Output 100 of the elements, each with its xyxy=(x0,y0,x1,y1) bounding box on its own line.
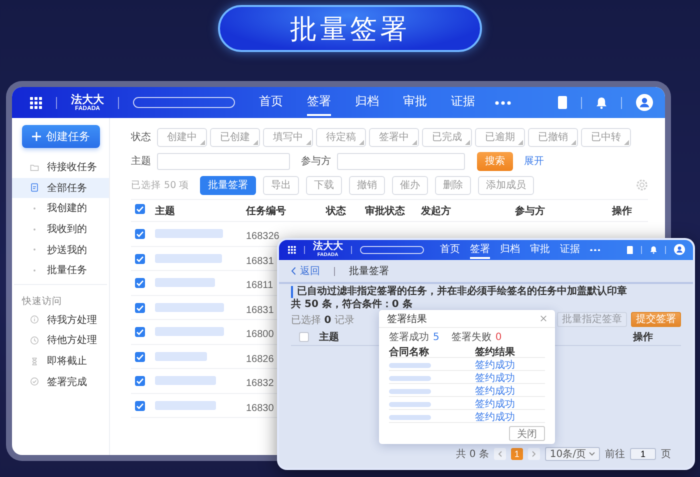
toolbar-button[interactable]: 导出 xyxy=(263,176,300,194)
result-text: 签约成功 xyxy=(475,386,515,397)
status-filter-chip[interactable]: 已撤销 xyxy=(528,128,578,146)
action-button: 批量指定签章 xyxy=(557,312,627,327)
status-filter-chip[interactable]: 已逾期 xyxy=(475,128,525,146)
bell-icon[interactable] xyxy=(596,96,607,108)
action-button[interactable]: 提交签署 xyxy=(631,312,681,327)
hourglass-icon xyxy=(30,356,39,366)
selection-count: 已选择 50 项 xyxy=(131,178,190,192)
checkbox[interactable] xyxy=(135,229,145,240)
stat-count: 5 xyxy=(433,332,440,343)
search-field[interactable] xyxy=(360,246,424,254)
expand-link[interactable]: 展开 xyxy=(524,154,544,168)
page-input-field[interactable]: 1 xyxy=(630,448,656,460)
checkbox[interactable] xyxy=(135,352,145,362)
search-field[interactable] xyxy=(133,97,235,108)
bell-icon[interactable] xyxy=(650,246,657,254)
sidebar-item[interactable]: 我创建的 xyxy=(12,198,109,219)
nav-tab[interactable]: 审批 xyxy=(530,241,550,259)
close-button[interactable]: 关闭 xyxy=(509,426,545,441)
participant-input-field[interactable] xyxy=(337,152,465,170)
status-filter-chip[interactable]: 填写中 xyxy=(263,128,313,146)
nav-tab[interactable]: 签署 xyxy=(470,241,490,259)
text-placeholder xyxy=(155,254,222,263)
checkbox[interactable] xyxy=(135,254,145,264)
app-grid-icon[interactable] xyxy=(288,246,296,254)
toolbar-button[interactable]: 下载 xyxy=(306,176,342,194)
close-icon[interactable] xyxy=(540,315,547,322)
page-suffix: 页 xyxy=(661,448,671,461)
page-size-select[interactable]: 10条/页 xyxy=(544,447,600,461)
stat-count: 0 xyxy=(495,332,502,343)
nav-tab[interactable]: 审批 xyxy=(403,89,427,116)
task-number: 16832 xyxy=(246,378,274,390)
nav-tab[interactable]: 归档 xyxy=(355,89,379,116)
nav-tab[interactable]: 证据 xyxy=(560,241,580,259)
text-placeholder xyxy=(155,229,223,238)
nav-tab[interactable]: 证据 xyxy=(451,89,475,116)
selection-count: 已选择 0 记录 xyxy=(291,314,354,326)
sidebar-item[interactable]: 抄送我的 xyxy=(12,239,109,260)
column-header: 状态 xyxy=(326,204,347,218)
app-grid-icon[interactable] xyxy=(30,96,42,108)
toolbar-button[interactable]: 批量签署 xyxy=(200,176,256,194)
sidebar-item[interactable]: 批量任务 xyxy=(12,260,109,281)
checkbox[interactable] xyxy=(135,278,145,288)
checkbox[interactable] xyxy=(135,400,145,411)
status-filter-chip[interactable]: 已中转 xyxy=(581,128,631,146)
document-icon xyxy=(30,183,39,192)
result-text: 签约成功 xyxy=(475,360,515,371)
status-filter-chip[interactable]: 待定稿 xyxy=(316,128,366,146)
sidebar-item[interactable]: 全部任务 xyxy=(12,178,109,198)
more-icon[interactable] xyxy=(495,100,511,104)
column-header: 参与方 xyxy=(515,204,546,218)
stat-label: 签署成功 xyxy=(389,332,429,343)
result-text: 签约成功 xyxy=(475,373,515,384)
sidebar-item[interactable]: 待接收任务 xyxy=(12,157,109,178)
page-number[interactable]: 1 xyxy=(510,448,523,460)
nav-tab[interactable]: 归档 xyxy=(500,241,520,259)
checkbox[interactable] xyxy=(135,376,145,386)
nav-tab[interactable]: 首页 xyxy=(440,241,460,259)
phone-icon[interactable] xyxy=(626,246,633,254)
task-number: 16800 xyxy=(246,329,274,340)
status-filter-chip[interactable]: 创建中 xyxy=(157,128,207,146)
nav-tab[interactable]: 签署 xyxy=(307,89,331,116)
toolbar-button[interactable]: 撤销 xyxy=(349,176,386,194)
column-header: 任务编号 xyxy=(246,204,287,218)
checkbox[interactable] xyxy=(135,302,145,313)
notice-text: 已自动过滤非指定签署的任务，并在非必须手绘签名的任务中加盖默认印章 xyxy=(291,286,681,298)
sidebar-item[interactable]: 我收到的 xyxy=(12,218,109,240)
create-task-button[interactable]: 创建任务 xyxy=(22,125,100,148)
avatar-icon[interactable] xyxy=(636,94,653,111)
back-link[interactable]: 返回 xyxy=(291,264,320,278)
checkbox[interactable] xyxy=(299,332,309,342)
subject-input-field[interactable] xyxy=(157,152,290,170)
avatar-icon[interactable] xyxy=(674,244,685,256)
column-header: 发起方 xyxy=(421,204,452,218)
column-header: 操作 xyxy=(633,330,653,344)
status-filter-chip[interactable]: 签署中 xyxy=(369,128,419,146)
section-title: 快速访问 xyxy=(20,294,62,309)
toolbar-button[interactable]: 添加成员 xyxy=(478,176,534,194)
status-filter-chip[interactable]: 已创建 xyxy=(210,128,260,146)
sidebar-item[interactable]: 待我方处理 xyxy=(12,310,109,330)
result-text: 签约成功 xyxy=(475,412,515,423)
sidebar-item[interactable]: 待他方处理 xyxy=(12,330,109,351)
info-icon xyxy=(30,315,39,324)
checkbox[interactable] xyxy=(135,204,145,214)
text-placeholder xyxy=(155,400,216,410)
dialog-title: 签署结果 xyxy=(387,312,427,326)
chevron-left-icon xyxy=(291,267,296,275)
nav-tab[interactable]: 首页 xyxy=(259,89,283,116)
more-icon[interactable] xyxy=(590,248,600,252)
text-placeholder xyxy=(389,414,431,420)
toolbar-button[interactable]: 删除 xyxy=(435,176,472,194)
status-filter-chip[interactable]: 已完成 xyxy=(422,128,472,146)
search-button[interactable]: 搜索 xyxy=(477,152,513,170)
task-number: 16830 xyxy=(246,402,274,414)
sidebar-item[interactable]: 签署完成 xyxy=(12,371,109,392)
text-placeholder xyxy=(389,388,431,394)
sidebar-item[interactable]: 即将截止 xyxy=(12,350,109,372)
checkbox[interactable] xyxy=(135,327,145,338)
toolbar-button[interactable]: 催办 xyxy=(392,176,428,194)
